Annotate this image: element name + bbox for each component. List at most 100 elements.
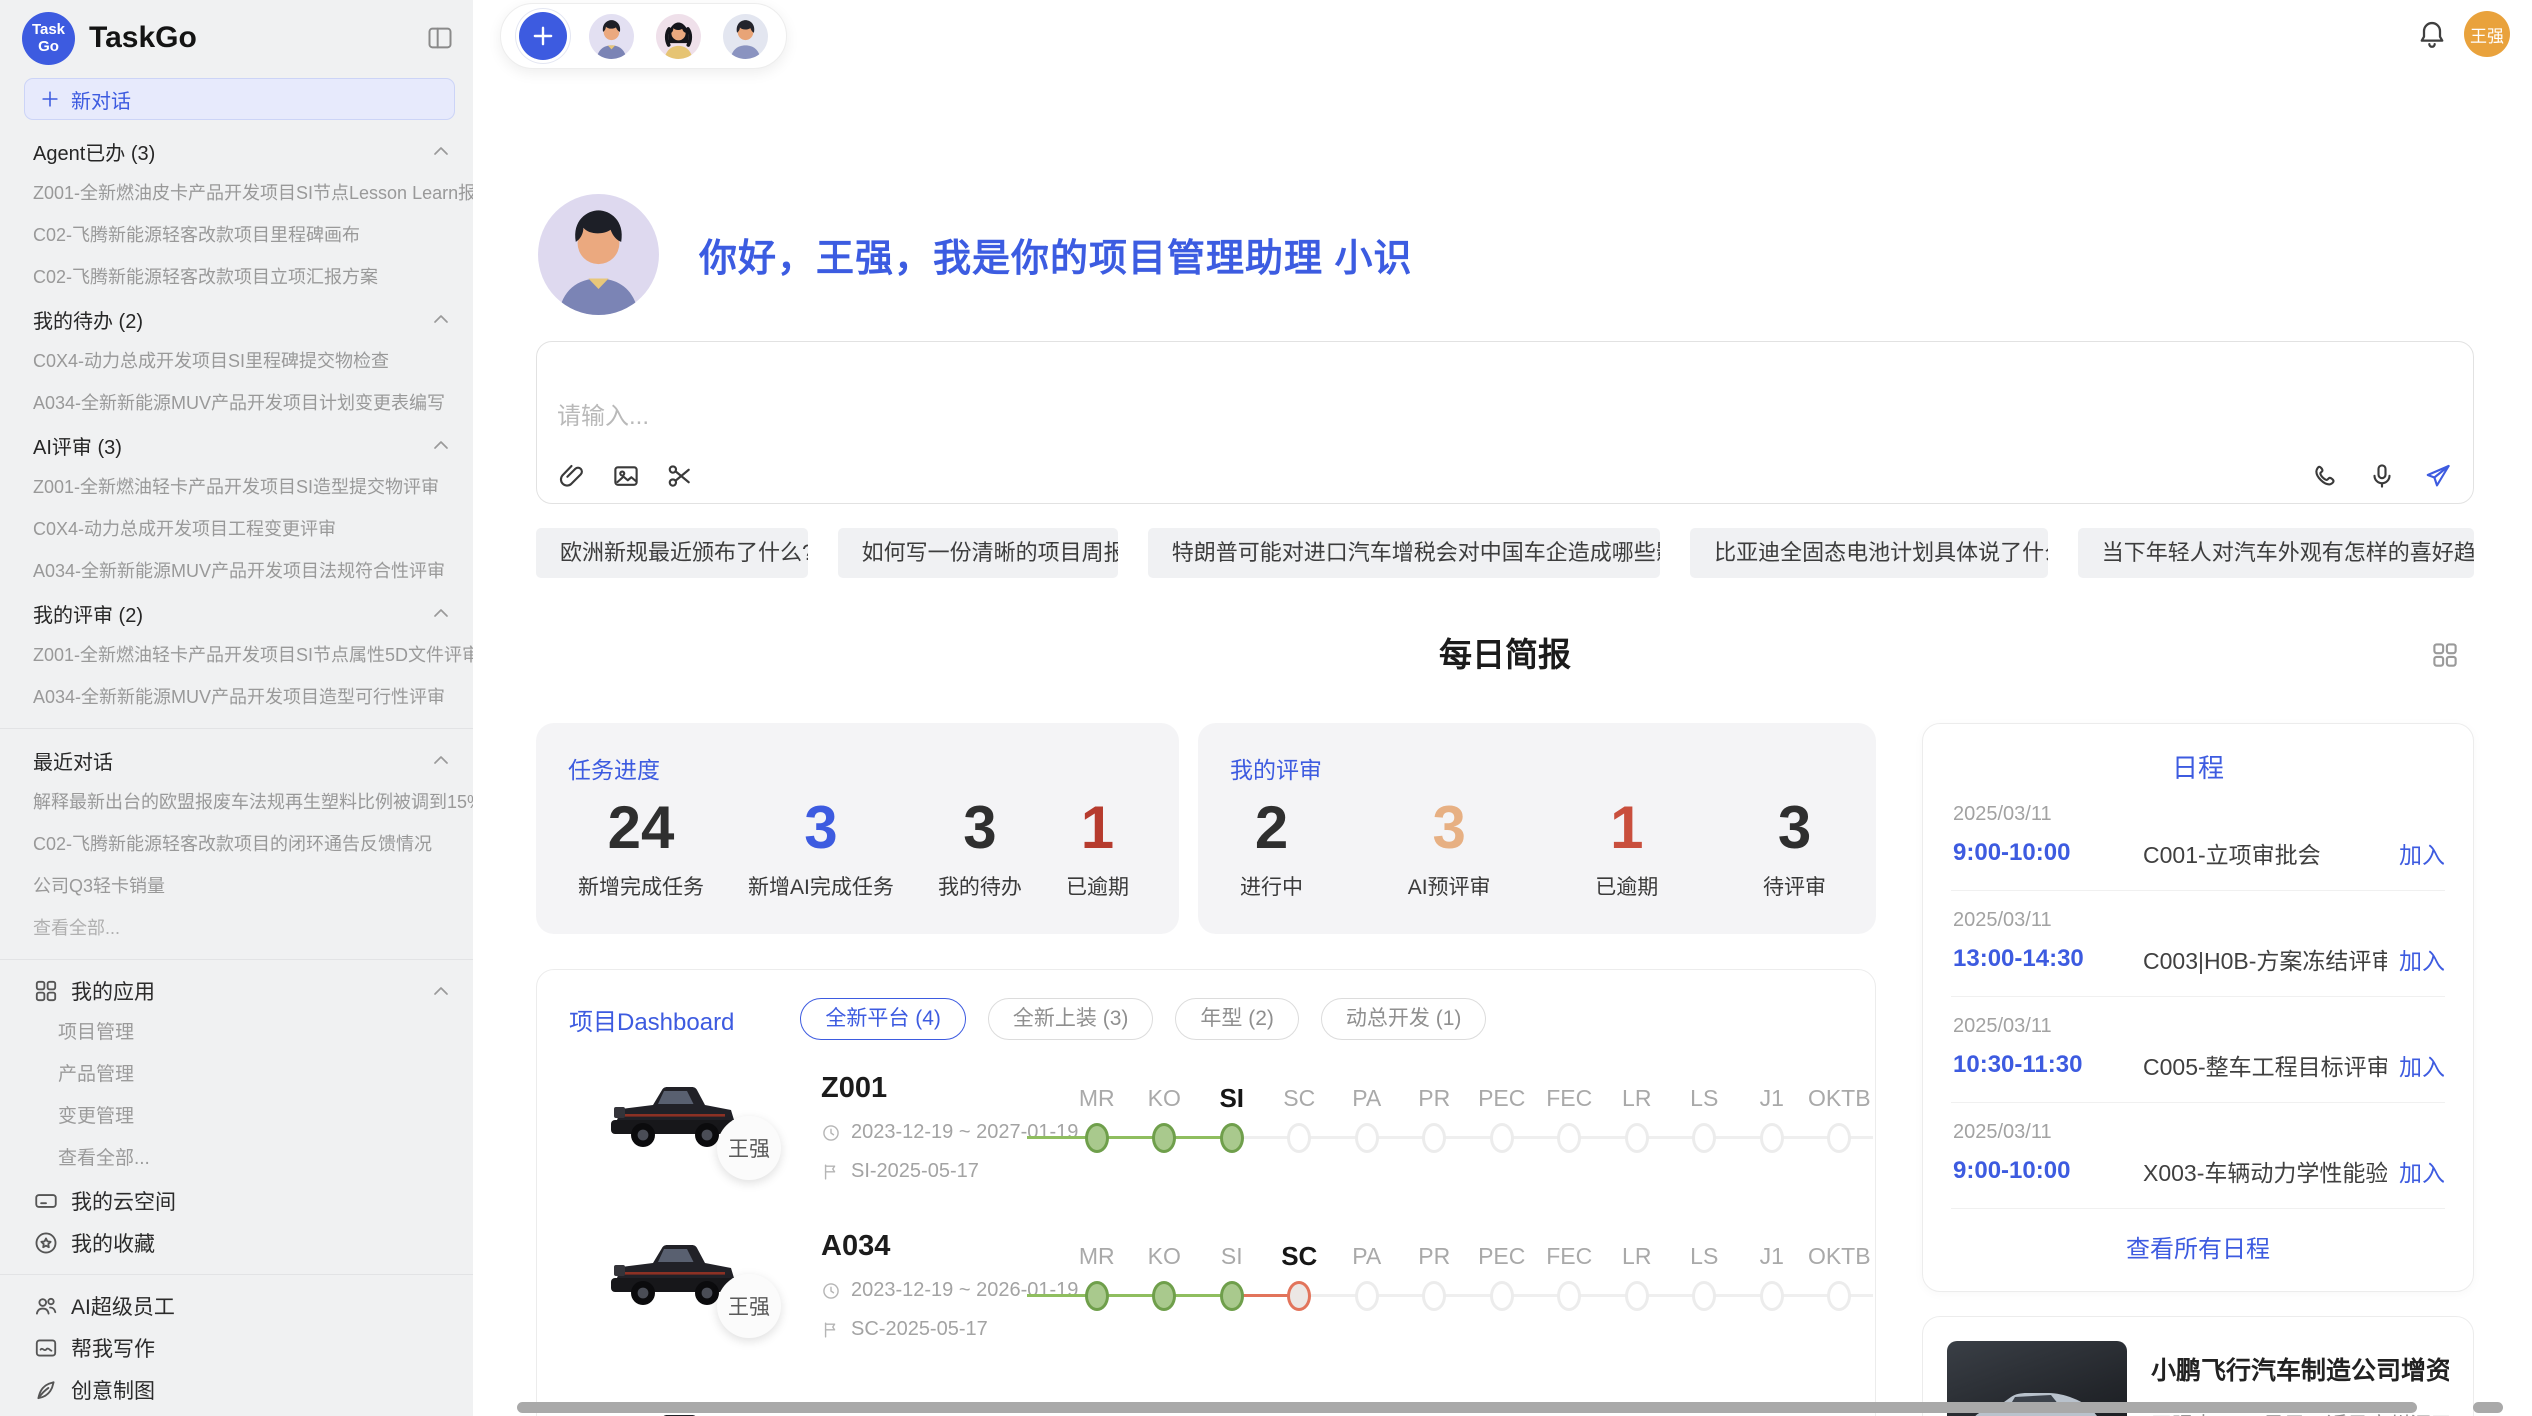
chevron-up-icon[interactable] (429, 979, 453, 1003)
milestone-node (1355, 1123, 1379, 1153)
sidebar-item-help-me-write[interactable]: 帮我写作 (0, 1327, 473, 1369)
project-row[interactable]: 王强 Z001 2023-12-19 ~ 2027-01-19 SI-2025-… (537, 1068, 1875, 1226)
sidebar-list-item[interactable]: 查看全部... (0, 907, 473, 949)
sidebar-list-item[interactable]: C02-飞腾新能源轻客改款项目里程碑画布 (0, 214, 473, 256)
sidebar-list-item[interactable]: C02-飞腾新能源轻客改款项目立项汇报方案 (0, 256, 473, 298)
join-link[interactable]: 加入 (2399, 1048, 2445, 1082)
sidebar-list-item[interactable]: C0X4-动力总成开发项目工程变更评审 (0, 508, 473, 550)
sidebar-item-favorites[interactable]: 我的收藏 (0, 1222, 473, 1264)
dashboard-filter-pill[interactable]: 动总开发 (1) (1321, 998, 1487, 1040)
stat-label: 已逾期 (1595, 871, 1658, 901)
sidebar-list-item[interactable]: C0X4-动力总成开发项目SI里程碑提交物检查 (0, 340, 473, 382)
layout-grid-icon[interactable] (2430, 640, 2460, 670)
insert-image-icon[interactable] (611, 461, 641, 491)
collapse-sidebar-icon[interactable] (425, 23, 455, 53)
group-label: AI评审 (3) (33, 431, 429, 460)
stat-label: 新增完成任务 (578, 871, 704, 901)
suggestion-chip[interactable]: 如何写一份清晰的项目周报 (838, 528, 1118, 578)
schedule-date: 2025/03/11 (1953, 1015, 2445, 1038)
milestone-node (1085, 1281, 1109, 1311)
send-icon[interactable] (2423, 461, 2453, 491)
dashboard-filter-pill[interactable]: 全新平台 (4) (800, 998, 966, 1040)
milestone-label: OKTB (1806, 1080, 1874, 1116)
dashboard-title: 项目Dashboard (569, 1002, 734, 1037)
suggestion-chip[interactable]: 欧洲新规最近颁布了什么? (536, 528, 808, 578)
sidebar-group-header[interactable]: 我的待办 (2) (0, 298, 473, 340)
notifications-bell-icon[interactable] (2416, 18, 2448, 50)
join-link[interactable]: 加入 (2399, 836, 2445, 870)
sidebar-item-my-apps[interactable]: 我的应用 (0, 970, 473, 1012)
schedule-date: 2025/03/11 (1953, 909, 2445, 932)
suggestion-chip[interactable]: 当下年轻人对汽车外观有怎样的喜好趋势 (2078, 528, 2474, 578)
attachment-icon[interactable] (557, 461, 587, 491)
dashboard-filter-pill[interactable]: 全新上装 (3) (988, 998, 1154, 1040)
taskgo-app: Task Go TaskGo 新对话 Agent已办 (3) Z001-全新燃油… (0, 0, 2532, 1416)
sidebar-list-item[interactable]: A034-全新新能源MUV产品开发项目法规符合性评审 (0, 550, 473, 592)
dashboard-filter-pill[interactable]: 年型 (2) (1175, 998, 1299, 1040)
news-card[interactable]: 小鹏飞行汽车制造公司增资 天眼查 App 显示，近日广州汇天飞行汽... (1922, 1316, 2474, 1416)
stat-label: 我的待办 (938, 871, 1022, 901)
chevron-up-icon[interactable] (429, 433, 453, 457)
app-sub-item[interactable]: 项目管理 (0, 1012, 473, 1054)
recent-chats-header[interactable]: 最近对话 (0, 739, 473, 781)
milestone-node (1220, 1281, 1244, 1311)
project-info: Z001 2023-12-19 ~ 2027-01-19 SI-2025-05-… (821, 1072, 1031, 1183)
sidebar-item-cloud-space[interactable]: 我的云空间 (0, 1180, 473, 1222)
voice-call-icon[interactable] (2311, 461, 2341, 491)
divider (0, 1274, 473, 1275)
session-avatar[interactable] (723, 14, 768, 59)
screenshot-scissors-icon[interactable] (665, 461, 695, 491)
app-sub-item[interactable]: 产品管理 (0, 1054, 473, 1096)
sidebar-group-header[interactable]: Agent已办 (3) (0, 130, 473, 172)
horizontal-scrollbar[interactable] (517, 1402, 2417, 1413)
milestone-node (1827, 1281, 1851, 1311)
sidebar-list-item[interactable]: 解释最新出台的欧盟报废车法规再生塑料比例被调到15%... (0, 781, 473, 823)
message-input[interactable] (557, 356, 2447, 434)
sidebar-list-item[interactable]: 公司Q3轻卡销量 (0, 865, 473, 907)
milestone-label: PR (1401, 1238, 1469, 1274)
join-link[interactable]: 加入 (2399, 1154, 2445, 1188)
join-link[interactable]: 加入 (2399, 942, 2445, 976)
milestone-node (1490, 1281, 1514, 1311)
session-avatar[interactable] (656, 14, 701, 59)
new-chat-button[interactable]: 新对话 (24, 78, 455, 120)
schedule-card: 日程 2025/03/11 9:00-10:00 C001-立项审批会 加入 2… (1922, 723, 2474, 1292)
suggestion-chip[interactable]: 比亚迪全固态电池计划具体说了什么 (1690, 528, 2048, 578)
schedule-time: 9:00-10:00 (1953, 839, 2143, 867)
milestone-node (1557, 1281, 1581, 1311)
stat-value: 3 (748, 791, 894, 865)
milestone-label: J1 (1738, 1080, 1806, 1116)
divider (0, 728, 473, 729)
sidebar-list-item[interactable]: C02-飞腾新能源轻客改款项目的闭环通告反馈情况 (0, 823, 473, 865)
chevron-up-icon[interactable] (429, 601, 453, 625)
chevron-up-icon[interactable] (429, 307, 453, 331)
sidebar-list-item[interactable]: Z001-全新燃油皮卡产品开发项目SI节点Lesson Learn报告 (0, 172, 473, 214)
suggestion-chip[interactable]: 特朗普可能对进口汽车增税会对中国车企造成哪些影响 (1148, 528, 1660, 578)
chevron-up-icon[interactable] (429, 139, 453, 163)
chevron-up-icon[interactable] (429, 748, 453, 772)
sidebar-item-ai-super-staff[interactable]: AI超级员工 (0, 1285, 473, 1327)
sidebar-list-item[interactable]: Z001-全新燃油轻卡产品开发项目SI节点属性5D文件评审 (0, 634, 473, 676)
user-avatar[interactable]: 王强 (2464, 11, 2510, 57)
sidebar-list-item[interactable]: Z001-全新燃油轻卡产品开发项目SI造型提交物评审 (0, 466, 473, 508)
sidebar-group-header[interactable]: AI评审 (3) (0, 424, 473, 466)
project-code: Z001 (821, 1072, 1031, 1105)
session-avatar[interactable] (589, 14, 634, 59)
composer-left-tools (557, 461, 695, 491)
milestone-node (1152, 1281, 1176, 1311)
sidebar-item-creative-drawing[interactable]: 创意制图 (0, 1369, 473, 1411)
horizontal-scrollbar-end[interactable] (2473, 1402, 2503, 1413)
schedule-item: 2025/03/11 9:00-10:00 X003-车辆动力学性能验... 加… (1923, 1103, 2473, 1202)
daily-briefing-title: 每日简报 (536, 632, 2474, 678)
app-sub-item[interactable]: 变更管理 (0, 1096, 473, 1138)
project-row[interactable]: 王强 A034 2023-12-19 ~ 2026-01-19 SC-2025-… (537, 1226, 1875, 1384)
new-session-button[interactable] (519, 12, 567, 60)
microphone-icon[interactable] (2367, 461, 2397, 491)
view-all-schedule-link[interactable]: 查看所有日程 (1923, 1209, 2473, 1264)
stat-label: 待评审 (1763, 871, 1826, 901)
stat: 3 我的待办 (938, 791, 1022, 901)
sidebar-list-item[interactable]: A034-全新新能源MUV产品开发项目计划变更表编写 (0, 382, 473, 424)
sidebar-group-header[interactable]: 我的评审 (2) (0, 592, 473, 634)
app-sub-item[interactable]: 查看全部... (0, 1138, 473, 1180)
sidebar-list-item[interactable]: A034-全新新能源MUV产品开发项目造型可行性评审 (0, 676, 473, 718)
